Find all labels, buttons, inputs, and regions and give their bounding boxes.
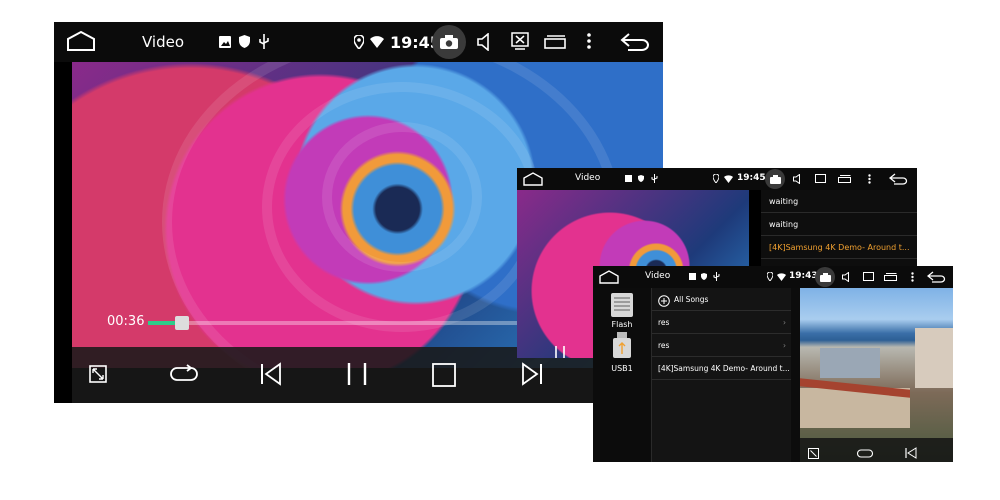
list-item[interactable]: [4K]Samsung 4K Demo- Around t... xyxy=(652,357,791,380)
source-label: USB1 xyxy=(611,364,633,373)
pause-icon[interactable] xyxy=(553,343,567,358)
pause-icon[interactable] xyxy=(345,362,369,390)
usb-icon xyxy=(651,174,658,183)
list-item-active[interactable]: [4K]Samsung 4K Demo- Around t... xyxy=(761,236,917,259)
volume-icon[interactable] xyxy=(477,33,491,51)
volume-icon[interactable] xyxy=(793,174,801,184)
image-icon xyxy=(219,36,231,48)
back-icon[interactable] xyxy=(889,173,908,185)
repeat-icon[interactable] xyxy=(856,444,874,462)
location-icon xyxy=(713,174,719,183)
chevron-right-icon: › xyxy=(783,341,786,350)
shield-icon xyxy=(239,35,250,48)
home-icon[interactable] xyxy=(66,30,96,52)
volume-icon[interactable] xyxy=(842,272,850,282)
preview-detail xyxy=(820,348,880,378)
list-item-label: [4K]Samsung 4K Demo- Around t... xyxy=(769,243,910,252)
list-item[interactable]: res › xyxy=(652,311,791,334)
seek-thumb[interactable] xyxy=(175,316,190,330)
list-item-label: [4K]Samsung 4K Demo- Around t... xyxy=(658,364,790,373)
clock: 19:43 xyxy=(789,271,818,281)
menu-icon[interactable] xyxy=(911,272,914,282)
app-title: Video xyxy=(575,173,601,183)
previous-icon[interactable] xyxy=(260,362,282,390)
source-sidebar: Flash USB1 xyxy=(593,288,651,462)
home-icon[interactable] xyxy=(599,270,619,284)
video-preview[interactable] xyxy=(800,288,953,462)
camera-icon[interactable] xyxy=(765,169,785,189)
wifi-icon xyxy=(370,36,384,48)
status-bar: Video 19:45 xyxy=(517,168,917,190)
file-list: All Songs res › res › [4K]Samsung 4K Dem… xyxy=(651,288,791,462)
status-bar: Video 19:43 xyxy=(593,266,953,288)
status-bar: Video 19:45 xyxy=(54,22,663,62)
list-item-label: waiting xyxy=(769,197,799,206)
wifi-icon xyxy=(724,175,733,183)
list-item[interactable]: waiting xyxy=(761,190,917,213)
chevron-right-icon: › xyxy=(783,318,786,327)
location-icon xyxy=(354,35,364,49)
camera-icon[interactable] xyxy=(815,267,835,287)
stop-icon[interactable] xyxy=(432,363,456,391)
all-songs-label: All Songs xyxy=(674,295,709,304)
fullscreen-icon[interactable] xyxy=(808,444,819,462)
usb-icon xyxy=(713,272,720,281)
window-icon[interactable] xyxy=(544,35,566,49)
menu-icon[interactable] xyxy=(587,33,591,49)
location-icon xyxy=(767,272,773,281)
home-icon[interactable] xyxy=(523,172,543,186)
app-title: Video xyxy=(645,271,671,281)
list-item[interactable]: res › xyxy=(652,334,791,357)
source-label: Flash xyxy=(611,320,633,329)
screen-off-icon[interactable] xyxy=(815,174,826,184)
back-icon[interactable] xyxy=(620,32,650,52)
camera-icon[interactable] xyxy=(432,25,466,59)
file-browser-screen: Video 19:43 Flash USB1 All Songs res › r… xyxy=(593,266,953,462)
screen-off-icon[interactable] xyxy=(863,272,874,282)
menu-icon[interactable] xyxy=(868,174,871,184)
list-item-label: waiting xyxy=(769,220,799,229)
repeat-icon[interactable] xyxy=(170,364,198,388)
window-icon[interactable] xyxy=(838,175,851,183)
flash-storage-icon[interactable] xyxy=(610,292,634,322)
app-title: Video xyxy=(142,33,185,51)
window-icon[interactable] xyxy=(884,273,897,281)
list-item-label: res xyxy=(658,341,670,350)
usb-icon xyxy=(258,34,270,49)
seek-bar[interactable] xyxy=(148,316,528,330)
add-icon xyxy=(658,293,670,310)
clock: 19:45 xyxy=(737,173,766,183)
shield-icon xyxy=(701,273,707,280)
next-icon[interactable] xyxy=(521,362,543,390)
usb-drive-icon[interactable] xyxy=(610,332,634,364)
image-icon xyxy=(625,175,632,182)
fullscreen-icon[interactable] xyxy=(89,365,107,387)
elapsed-time: 00:36 xyxy=(107,314,145,329)
list-item-label: res xyxy=(658,318,670,327)
screen-off-icon[interactable] xyxy=(511,32,529,50)
image-icon xyxy=(689,273,696,280)
preview-detail xyxy=(915,328,953,388)
list-item[interactable]: waiting xyxy=(761,213,917,236)
shield-icon xyxy=(638,175,644,182)
back-icon[interactable] xyxy=(927,271,946,283)
previous-icon[interactable] xyxy=(905,444,917,462)
wifi-icon xyxy=(777,273,786,281)
all-songs-row[interactable]: All Songs xyxy=(652,288,791,311)
preview-controls xyxy=(800,438,953,462)
